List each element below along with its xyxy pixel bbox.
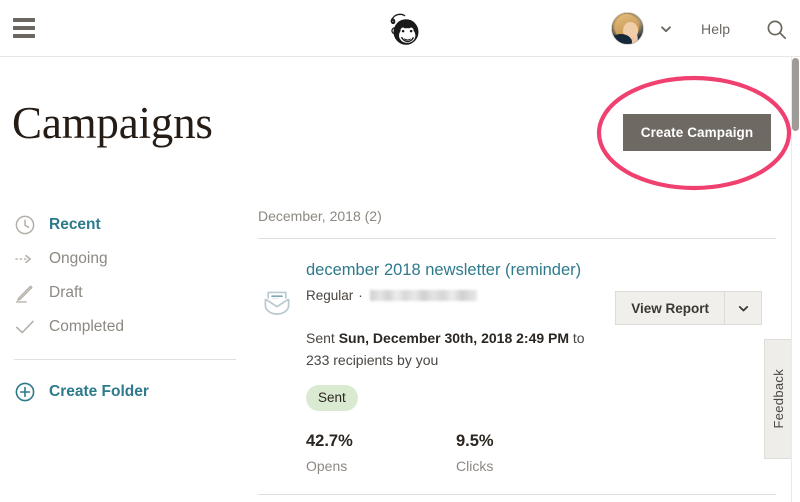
campaign-list-item: december 2018 newsletter (reminder) Regu…: [258, 239, 778, 474]
campaign-list: December, 2018 (2) december 2018 newslet…: [258, 208, 778, 474]
search-icon[interactable]: [766, 19, 787, 40]
feedback-tab-label: Feedback: [770, 369, 786, 429]
hamburger-line: [13, 18, 35, 22]
open-envelope-icon: [263, 289, 291, 317]
campaign-subtitle-separator: ·: [358, 287, 363, 303]
pencil-icon: [14, 282, 40, 304]
page-title: Campaigns: [12, 98, 213, 148]
campaign-title-link[interactable]: december 2018 newsletter (reminder): [306, 261, 581, 281]
hamburger-line: [13, 26, 35, 30]
sent-datetime: Sun, December 30th, 2018 2:49 PM: [338, 329, 570, 346]
sidebar-item-label: Create Folder: [49, 383, 149, 400]
status-badge: Sent: [306, 385, 358, 412]
campaign-type-label: Regular: [306, 287, 354, 303]
user-avatar[interactable]: [611, 12, 644, 45]
sidebar-item-label: Draft: [49, 284, 83, 301]
hamburger-line: [13, 34, 35, 38]
stat-label: Clicks: [456, 458, 494, 475]
create-campaign-button[interactable]: Create Campaign: [623, 114, 771, 151]
stat-label: Opens: [306, 458, 348, 475]
stat-value: 42.7%: [306, 432, 353, 451]
campaign-subtitle: Regular ·: [306, 288, 600, 303]
sidebar-item-recent[interactable]: Recent: [0, 208, 250, 242]
campaign-actions-dropdown-button[interactable]: [724, 291, 762, 325]
checkmark-icon: [14, 316, 40, 338]
sidebar-item-completed[interactable]: Completed: [0, 310, 250, 344]
campaign-audience-redacted: [369, 289, 477, 301]
sidebar-item-ongoing[interactable]: Ongoing: [0, 242, 250, 276]
stat-clicks: 9.5% Clicks: [456, 432, 606, 474]
sidebar-item-label: Recent: [49, 216, 101, 233]
feedback-tab[interactable]: Feedback: [764, 339, 791, 459]
sent-middle: to: [572, 329, 585, 346]
sidebar-item-create-folder[interactable]: Create Folder: [0, 375, 250, 409]
campaign-actions-button-group: View Report: [615, 291, 762, 325]
campaign-sent-info: Sent Sun, December 30th, 2018 2:49 PM to…: [306, 327, 606, 372]
stat-opens: 42.7% Opens: [306, 432, 456, 474]
top-navigation-bar: Help: [0, 0, 800, 57]
help-link[interactable]: Help: [701, 21, 730, 37]
campaign-item-divider: [258, 494, 776, 495]
sent-prefix: Sent: [306, 329, 335, 346]
chevron-down-icon: [738, 305, 748, 311]
hamburger-menu-icon[interactable]: [13, 16, 35, 41]
avatar-shoulder: [612, 34, 632, 44]
sidebar-item-label: Ongoing: [49, 250, 108, 267]
user-menu-chevron-down-icon[interactable]: [659, 22, 673, 36]
sidebar-divider: [14, 359, 236, 360]
sidebar-item-label: Completed: [49, 318, 124, 335]
sent-recipients: 233 recipients by you: [306, 352, 439, 369]
plus-circle-icon: [14, 381, 40, 403]
mailchimp-freddie-logo[interactable]: [383, 10, 423, 48]
campaigns-page: Help Campaigns Create Campaign Recent On…: [0, 0, 800, 502]
view-report-button[interactable]: View Report: [615, 291, 724, 325]
campaign-filter-sidebar: Recent Ongoing Draft Completed Create Fo…: [0, 208, 250, 409]
dotted-arrow-icon: [14, 248, 40, 270]
page-scrollbar-thumb[interactable]: [792, 58, 799, 131]
sidebar-item-draft[interactable]: Draft: [0, 276, 250, 310]
stat-value: 9.5%: [456, 432, 494, 451]
month-group-header: December, 2018 (2): [258, 208, 382, 224]
campaign-stats: 42.7% Opens 9.5% Clicks: [306, 432, 778, 474]
clock-icon: [14, 214, 40, 236]
